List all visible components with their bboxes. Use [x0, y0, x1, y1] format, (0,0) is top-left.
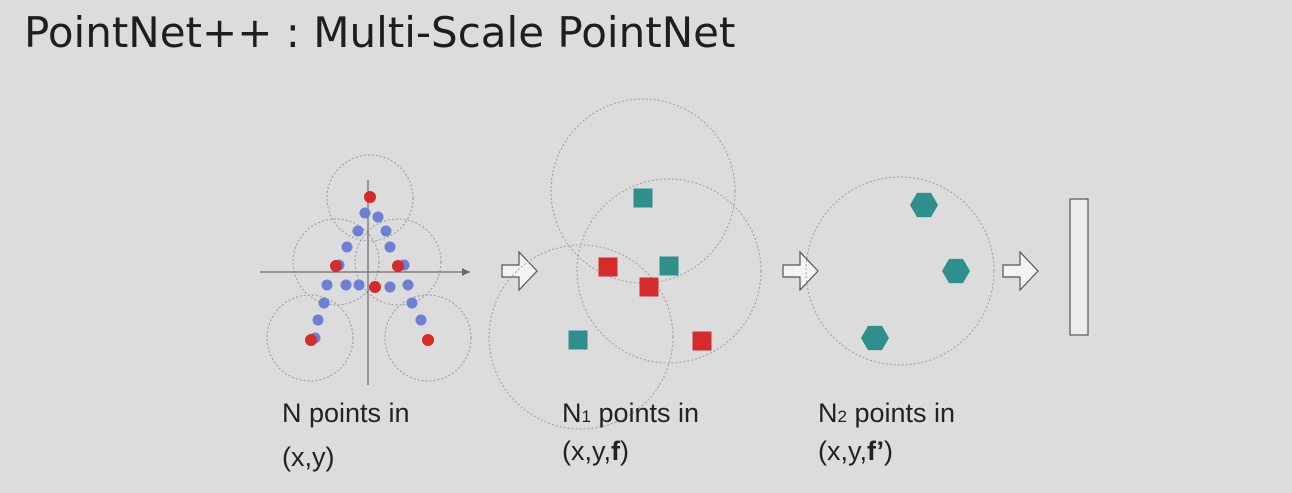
blue-point [318, 297, 330, 309]
red-point [392, 260, 404, 272]
red-point [330, 260, 342, 272]
arrow-3-icon [1002, 250, 1039, 292]
blue-point [372, 211, 384, 223]
global-feature-vector [1069, 198, 1089, 336]
red-squares [598, 257, 712, 351]
red-point [305, 334, 317, 346]
blue-point [380, 225, 392, 237]
blue-point [341, 241, 353, 253]
teal-square [659, 256, 679, 276]
red-square [692, 331, 712, 351]
arrow-1-icon [501, 250, 538, 292]
teal-hexagon [910, 192, 938, 218]
blue-point [402, 279, 414, 291]
blue-point [359, 207, 371, 219]
teal-square [568, 330, 588, 350]
blue-point [321, 279, 333, 291]
blue-point [384, 281, 396, 293]
stage-label-input: N points in (x,y) [282, 398, 410, 473]
teal-hexagon [861, 325, 889, 351]
stage-label-level1: N1 points in (x,y,f) [562, 398, 700, 466]
grouping-circles-stage1 [266, 154, 472, 382]
blue-point [384, 241, 396, 253]
input-point-cloud [260, 154, 472, 385]
stage3-point-set [805, 176, 995, 366]
blue-point [415, 314, 427, 326]
blue-point [312, 314, 324, 326]
red-point [422, 334, 434, 346]
arrow-2-icon [782, 250, 819, 292]
stage-label-level2: N2 points in (x,y,f’) [818, 398, 956, 466]
teal-hexagon [942, 258, 970, 284]
red-point [364, 191, 376, 203]
blue-point [340, 279, 352, 291]
teal-squares [568, 188, 679, 350]
blue-point [352, 225, 364, 237]
blue-point [406, 297, 418, 309]
red-square [639, 277, 659, 297]
blue-point [353, 279, 365, 291]
red-square [598, 257, 618, 277]
x-axis-arrowhead [462, 268, 470, 276]
teal-square [633, 188, 653, 208]
teal-hexagons [861, 192, 970, 351]
red-point [369, 281, 381, 293]
